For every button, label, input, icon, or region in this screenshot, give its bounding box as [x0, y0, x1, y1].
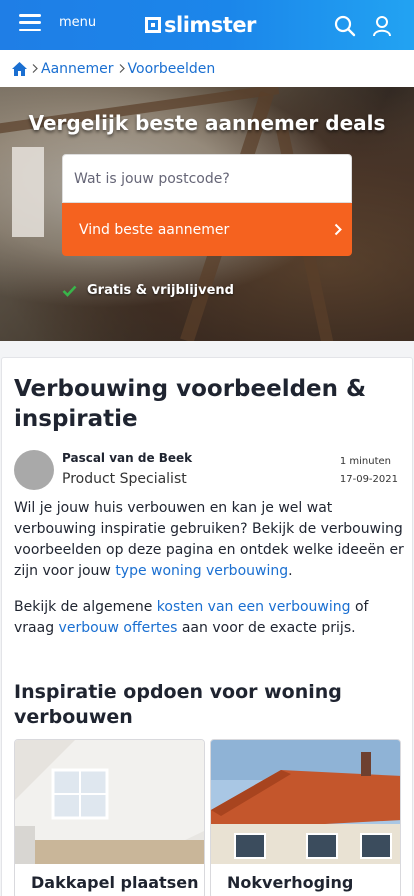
home-icon[interactable] [12, 61, 27, 76]
read-time: 1 minuten [339, 456, 392, 467]
chevron-right-icon [32, 64, 38, 73]
costs-text-after: aan voor de exacte prijs. [177, 620, 356, 636]
hamburger-icon [19, 14, 41, 31]
benefit-text: Gratis & vrijblijvend [87, 283, 234, 298]
inspiration-card[interactable]: Dakkapel plaatsen [14, 739, 205, 896]
postcode-input[interactable] [62, 154, 352, 203]
hero-banner: Vergelijk beste aannemer deals Vind best… [0, 87, 414, 341]
logo-mark-icon [145, 17, 161, 33]
logo[interactable]: slimster [145, 13, 256, 37]
card-title: Dakkapel plaatsen [31, 873, 199, 892]
breadcrumb-item-aannemer[interactable]: Aannemer [41, 61, 114, 77]
intro-end: . [288, 563, 293, 579]
type-woning-link[interactable]: type woning verbouwing [115, 563, 288, 579]
author-role: Product Specialist [62, 471, 187, 487]
menu-button[interactable]: menu [19, 14, 96, 31]
article-card: Verbouwing voorbeelden & inspiratie Pasc… [1, 357, 413, 896]
breadcrumb-item-voorbeelden[interactable]: Voorbeelden [128, 61, 216, 77]
user-icon[interactable] [371, 15, 393, 37]
costs-paragraph: Bekijk de algemene kosten van een verbou… [14, 597, 404, 639]
chevron-right-icon [119, 64, 125, 73]
breadcrumb: Aannemer Voorbeelden [0, 50, 414, 87]
logo-text: slimster [164, 13, 256, 37]
cta-label: Vind beste aannemer [79, 221, 230, 238]
search-icon[interactable] [334, 15, 356, 37]
inspiration-card[interactable]: Nokverhoging [210, 739, 401, 896]
publish-date: 17-09-2021 [339, 474, 398, 485]
article-meta: 1 minuten 17-09-2021 [340, 453, 398, 489]
hero-background-window [12, 147, 44, 237]
attic-room-image [15, 740, 204, 864]
costs-link[interactable]: kosten van een verbouwing [157, 599, 351, 615]
find-contractor-button[interactable]: Vind beste aannemer [62, 203, 352, 256]
avatar [14, 450, 54, 490]
roof-house-image [211, 740, 400, 864]
quotes-link[interactable]: verbouw offertes [59, 620, 178, 636]
check-icon [62, 285, 77, 297]
chevron-right-icon [334, 223, 342, 236]
section-heading: Inspiratie opdoen voor woning verbouwen [14, 681, 342, 728]
page-title: Verbouwing voorbeelden & inspiratie [14, 376, 367, 432]
author-name[interactable]: Pascal van de Beek [62, 451, 192, 465]
costs-text-before: Bekijk de algemene [14, 599, 157, 615]
hero-title: Vergelijk beste aannemer deals [28, 111, 386, 135]
menu-label: menu [59, 15, 97, 30]
card-title: Nokverhoging [227, 873, 354, 892]
intro-paragraph: Wil je jouw huis verbouwen en kan je wel… [14, 498, 404, 582]
top-header: menu slimster [0, 0, 414, 50]
benefit-row: Gratis & vrijblijvend [62, 283, 234, 298]
